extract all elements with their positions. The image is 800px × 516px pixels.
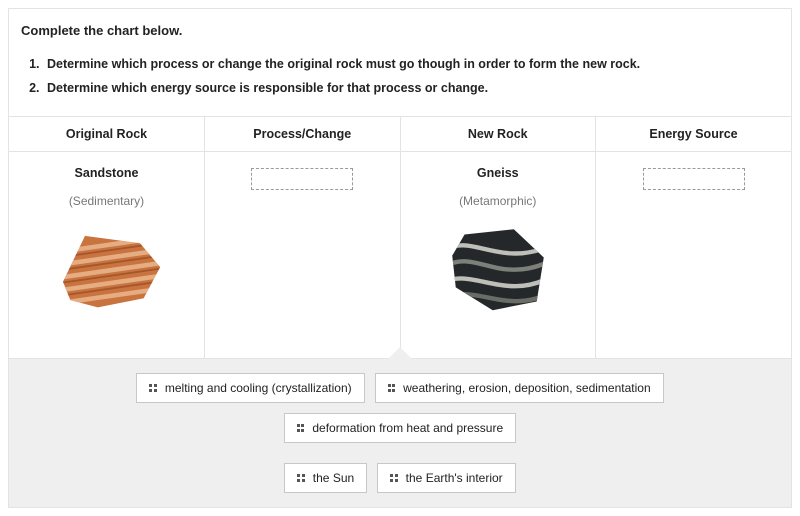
instruction-list: Determine which process or change the or… <box>43 52 791 100</box>
drag-handle-icon <box>297 474 305 482</box>
column-header-new: New Rock <box>400 117 596 152</box>
question-card: Complete the chart below. Determine whic… <box>8 8 792 508</box>
cell-original-rock: Sandstone (Sedimentary) <box>9 152 205 359</box>
new-rock-name: Gneiss <box>407 166 590 180</box>
cell-new-rock: Gneiss (Metamorphic) <box>400 152 596 359</box>
answer-chip[interactable]: the Earth's interior <box>377 463 516 493</box>
table-row: Sandstone (Sedimentary) <box>9 152 791 359</box>
gneiss-image <box>443 224 553 312</box>
sandstone-image <box>52 224 162 312</box>
original-rock-name: Sandstone <box>15 166 198 180</box>
answer-chip[interactable]: weathering, erosion, deposition, sedimen… <box>375 373 664 403</box>
new-rock-type: (Metamorphic) <box>407 194 590 208</box>
chip-label: the Sun <box>313 471 354 485</box>
column-header-original: Original Rock <box>9 117 205 152</box>
chip-label: weathering, erosion, deposition, sedimen… <box>403 381 651 395</box>
question-heading: Complete the chart below. <box>9 23 791 52</box>
answer-chip[interactable]: deformation from heat and pressure <box>284 413 516 443</box>
bank-notch <box>388 347 412 359</box>
rock-cycle-table: Original Rock Process/Change New Rock En… <box>9 116 791 359</box>
drag-handle-icon <box>390 474 398 482</box>
instruction-item: Determine which energy source is respons… <box>43 76 791 100</box>
chip-label: deformation from heat and pressure <box>312 421 503 435</box>
drag-handle-icon <box>297 424 305 432</box>
drag-handle-icon <box>388 384 396 392</box>
column-header-energy: Energy Source <box>596 117 792 152</box>
cell-process <box>205 152 401 359</box>
column-header-process: Process/Change <box>205 117 401 152</box>
chip-label: melting and cooling (crystallization) <box>165 381 352 395</box>
drag-handle-icon <box>149 384 157 392</box>
answer-bank: melting and cooling (crystallization) we… <box>9 359 791 507</box>
original-rock-type: (Sedimentary) <box>15 194 198 208</box>
dropzone-process[interactable] <box>251 168 353 190</box>
chip-label: the Earth's interior <box>406 471 503 485</box>
answer-chip[interactable]: the Sun <box>284 463 367 493</box>
cell-energy <box>596 152 792 359</box>
answer-chip[interactable]: melting and cooling (crystallization) <box>136 373 364 403</box>
instruction-item: Determine which process or change the or… <box>43 52 791 76</box>
dropzone-energy[interactable] <box>643 168 745 190</box>
